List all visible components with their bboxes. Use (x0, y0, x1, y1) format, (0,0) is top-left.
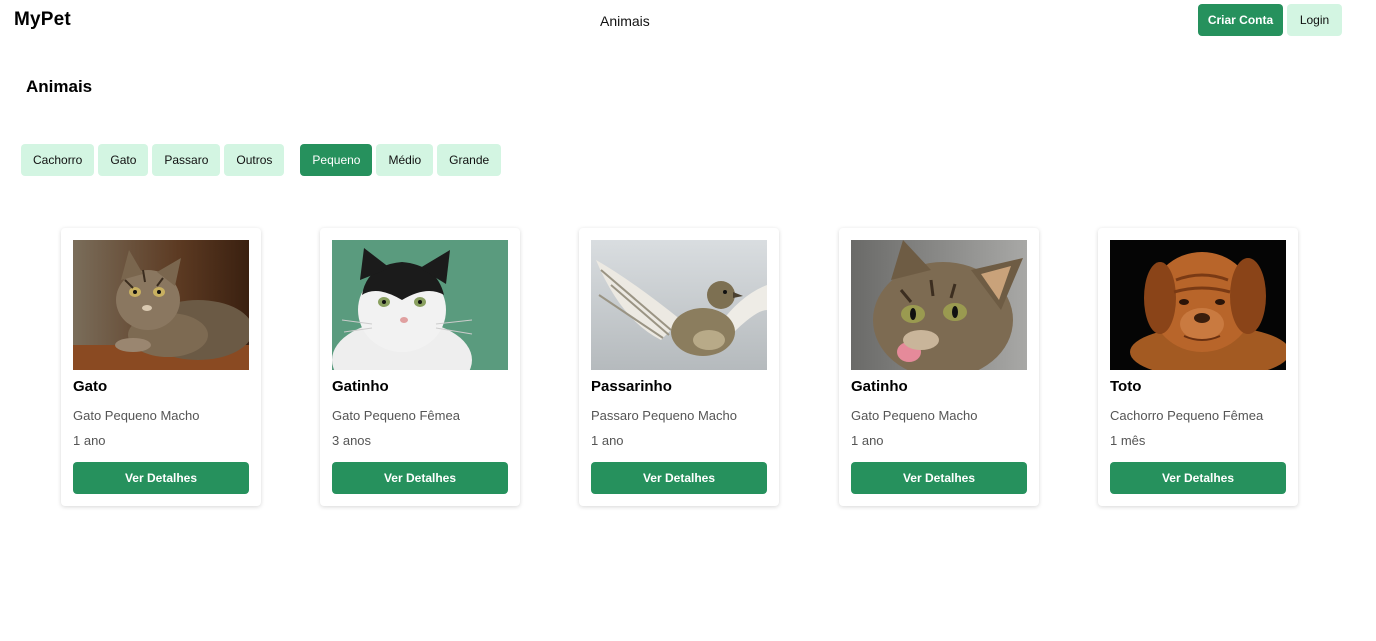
card-age: 1 ano (851, 433, 884, 448)
card-age: 1 ano (591, 433, 624, 448)
details-button[interactable]: Ver Detalhes (1110, 462, 1286, 494)
filter-chip-medio[interactable]: Médio (376, 144, 434, 176)
animal-card: Gatinho Gato Pequeno Macho 1 ano Ver Det… (839, 228, 1039, 506)
filter-chip-outros[interactable]: Outros (224, 144, 285, 176)
card-title: Gato (73, 378, 108, 395)
details-button[interactable]: Ver Detalhes (332, 462, 508, 494)
page-title: Animais (26, 77, 93, 96)
card-description: Gato Pequeno Macho (851, 408, 978, 423)
sparrow-flying-photo (591, 240, 767, 370)
animal-card: Passarinho Passaro Pequeno Macho 1 ano V… (579, 228, 779, 506)
card-description: Gato Pequeno Macho (73, 408, 200, 423)
card-title: Toto (1110, 378, 1142, 395)
login-button[interactable]: Login (1287, 4, 1342, 36)
filter-chip-gato[interactable]: Gato (98, 144, 149, 176)
filter-chip-cachorro[interactable]: Cachorro (21, 144, 95, 176)
card-age: 1 ano (73, 433, 106, 448)
card-description: Gato Pequeno Fêmea (332, 408, 460, 423)
card-age: 1 mês (1110, 433, 1146, 448)
filter-chip-passaro[interactable]: Passaro (152, 144, 221, 176)
filter-bar: Cachorro Gato Passaro Outros Pequeno Méd… (21, 144, 505, 176)
details-button[interactable]: Ver Detalhes (73, 462, 249, 494)
card-age: 3 anos (332, 433, 372, 448)
animal-card: Toto Cachorro Pequeno Fêmea 1 mês Ver De… (1098, 228, 1298, 506)
tabby-cat-tongue-photo (851, 240, 1027, 370)
card-title: Gatinho (332, 378, 389, 395)
card-description: Passaro Pequeno Macho (591, 408, 737, 423)
details-button[interactable]: Ver Detalhes (591, 462, 767, 494)
brand-logo[interactable]: MyPet (14, 9, 71, 31)
filter-chip-pequeno[interactable]: Pequeno (300, 144, 373, 176)
signup-button[interactable]: Criar Conta (1198, 4, 1283, 36)
animal-card: Gatinho Gato Pequeno Fêmea 3 anos Ver De… (320, 228, 520, 506)
details-button[interactable]: Ver Detalhes (851, 462, 1027, 494)
card-title: Gatinho (851, 378, 908, 395)
tabby-cat-lying-photo (73, 240, 249, 370)
animal-card: Gato Gato Pequeno Macho 1 ano Ver Detalh… (61, 228, 261, 506)
card-title: Passarinho (591, 378, 672, 395)
brown-puppy-photo (1110, 240, 1286, 370)
card-description: Cachorro Pequeno Fêmea (1110, 408, 1264, 423)
black-white-cat-photo (332, 240, 508, 370)
top-navbar: MyPet Animais Criar Conta Login (0, 0, 1376, 40)
nav-link-animais[interactable]: Animais (600, 13, 650, 29)
filter-chip-grande[interactable]: Grande (437, 144, 502, 176)
filter-group-gap (288, 144, 300, 176)
